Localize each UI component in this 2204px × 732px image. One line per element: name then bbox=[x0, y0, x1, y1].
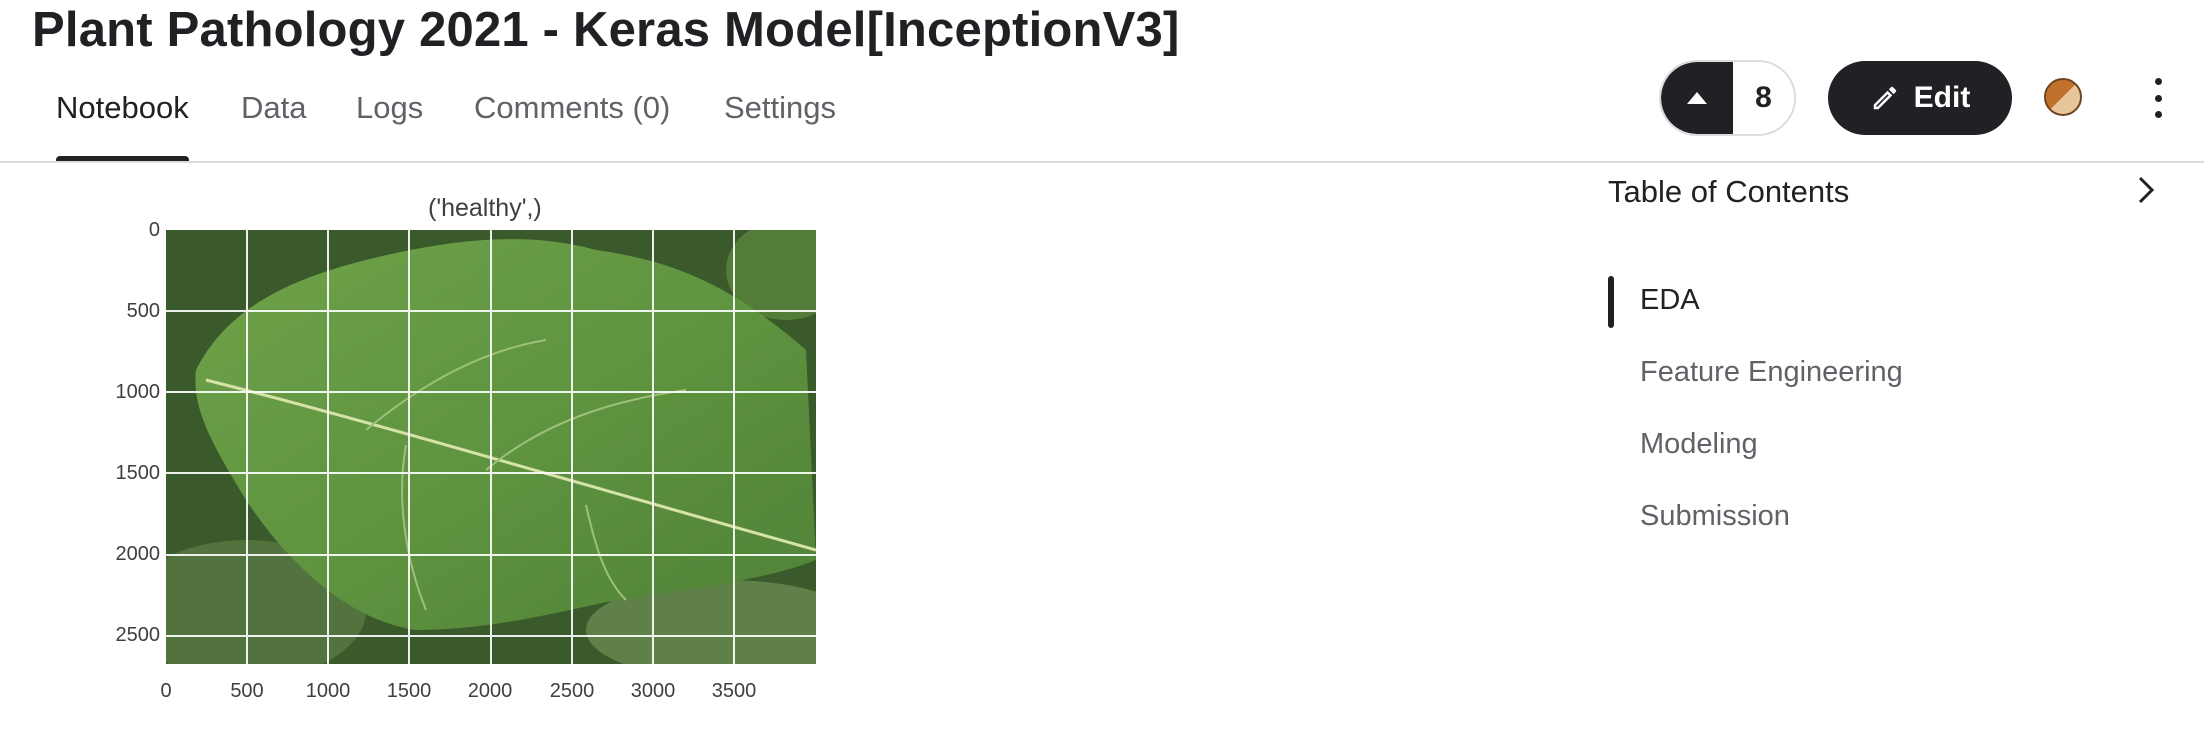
chevron-right-icon[interactable] bbox=[2130, 170, 2162, 210]
toc-item-modeling[interactable]: Modeling bbox=[1640, 428, 1758, 461]
x-tick-label: 0 bbox=[160, 680, 172, 702]
x-tick-label: 500 bbox=[230, 680, 264, 702]
leaf-image bbox=[166, 230, 816, 664]
kebab-dot bbox=[2154, 111, 2162, 118]
edit-label: Edit bbox=[1913, 81, 1971, 114]
y-tick-label: 500 bbox=[126, 300, 160, 322]
x-tick-label: 2500 bbox=[549, 680, 595, 702]
toc-item-submission[interactable]: Submission bbox=[1640, 500, 1790, 533]
toc-item-feature-engineering[interactable]: Feature Engineering bbox=[1640, 356, 1903, 389]
plot-title: ('healthy',) bbox=[428, 194, 542, 222]
avatar[interactable] bbox=[2044, 78, 2082, 116]
output-plot: ('healthy',) 0 500 1000 1500 2000 2500 0… bbox=[88, 188, 848, 708]
y-tick-label: 2500 bbox=[115, 624, 161, 646]
x-tick-label: 1500 bbox=[386, 680, 432, 702]
toc-active-marker bbox=[1608, 276, 1614, 328]
tab-notebook[interactable]: Notebook bbox=[56, 90, 189, 162]
pencil-icon bbox=[1873, 86, 1896, 110]
x-tick-label: 3500 bbox=[711, 680, 757, 702]
x-tick-label: 1000 bbox=[305, 680, 351, 702]
more-options-button[interactable] bbox=[2146, 78, 2170, 118]
leaf-image-drawing bbox=[166, 230, 816, 664]
upvote-button[interactable] bbox=[1661, 62, 1733, 134]
edit-button[interactable]: Edit bbox=[1828, 61, 2012, 135]
tab-settings[interactable]: Settings bbox=[724, 90, 836, 162]
more-vert-icon bbox=[2154, 78, 2162, 85]
vote-count: 8 bbox=[1755, 81, 1772, 114]
toc-item-eda[interactable]: EDA bbox=[1640, 284, 1700, 317]
toc-title: Table of Contents bbox=[1608, 174, 1850, 209]
y-tick-label: 0 bbox=[148, 219, 160, 241]
tab-label: Data bbox=[241, 90, 307, 125]
tab-logs[interactable]: Logs bbox=[356, 90, 423, 162]
y-tick-label: 2000 bbox=[115, 543, 161, 565]
upvote-control: 8 bbox=[1659, 60, 1796, 136]
x-tick-label: 3000 bbox=[630, 680, 676, 702]
tab-label: Notebook bbox=[56, 90, 189, 125]
kebab-dot bbox=[2154, 94, 2162, 102]
y-tick-label: 1500 bbox=[115, 462, 161, 484]
x-tick-label: 2000 bbox=[467, 680, 513, 702]
tab-label: Logs bbox=[356, 90, 424, 125]
page-title: Plant Pathology 2021 - Keras Model[Incep… bbox=[32, 3, 1180, 57]
header-divider bbox=[0, 161, 2204, 163]
tab-label: Comments (0) bbox=[474, 90, 671, 125]
y-tick-label: 1000 bbox=[115, 381, 161, 403]
tab-comments[interactable]: Comments (0) bbox=[474, 90, 670, 162]
caret-up-icon bbox=[1687, 92, 1707, 104]
tab-data[interactable]: Data bbox=[241, 90, 306, 162]
tab-label: Settings bbox=[724, 90, 837, 125]
